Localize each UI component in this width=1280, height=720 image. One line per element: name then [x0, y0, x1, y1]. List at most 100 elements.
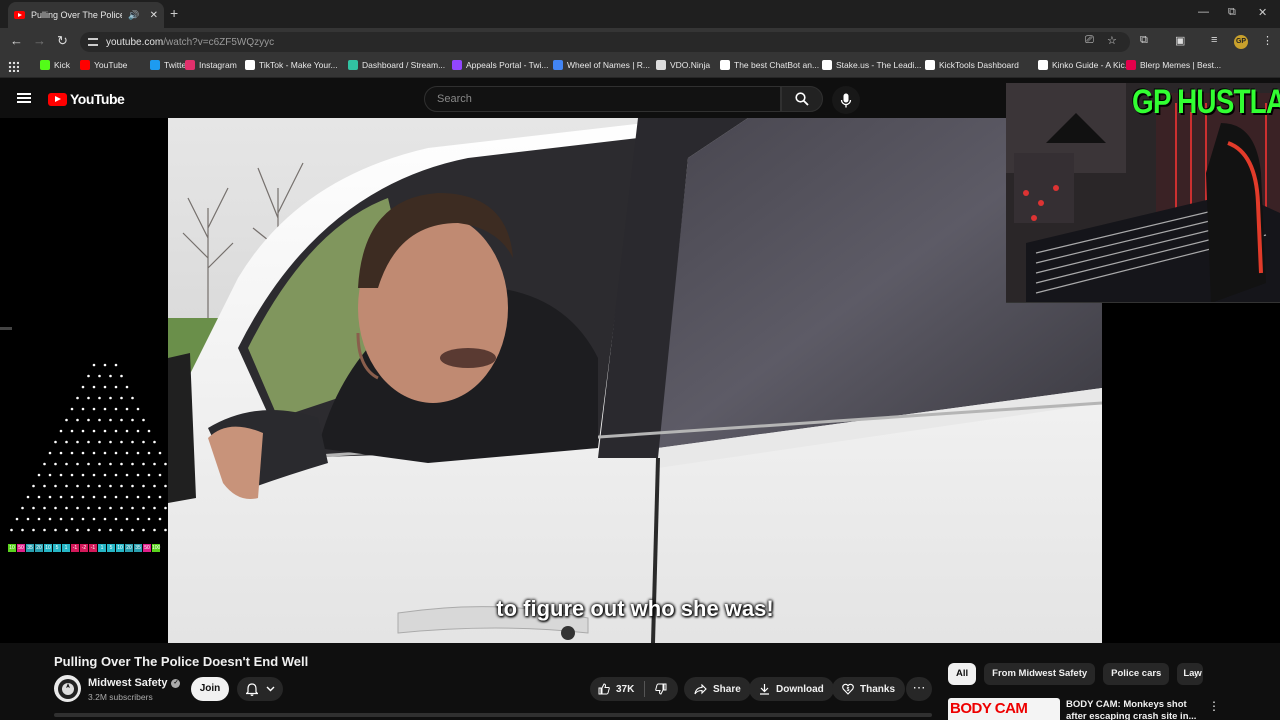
thumbs-up-icon[interactable] [598, 683, 610, 695]
recommended-thumbnail[interactable]: BODY CAM [948, 698, 1060, 720]
chip-all[interactable]: All [948, 663, 977, 685]
search-button[interactable] [781, 86, 823, 112]
stream-right-panel [1102, 303, 1280, 643]
back-arrow-icon[interactable]: ← [10, 33, 23, 48]
url-field[interactable]: youtube.com/watch?v=c6ZF5WQzyyc [80, 32, 1130, 52]
plinko-peg [37, 495, 41, 499]
bookmark-star-icon[interactable]: ☆ [1107, 34, 1117, 47]
share-label: Share [713, 683, 741, 695]
plinko-peg [153, 484, 156, 488]
new-tab-button[interactable]: + [170, 5, 178, 21]
reading-list-icon[interactable]: ▣ [1175, 34, 1185, 47]
plinko-peg [109, 418, 112, 422]
bookmark-kinko[interactable]: Kinko Guide - A Kic... [1038, 60, 1132, 70]
plinko-peg [92, 451, 96, 455]
bookmark-chatbot[interactable]: The best ChatBot an... [720, 60, 819, 70]
profile-avatar[interactable]: GP [1234, 35, 1248, 49]
minimize-button[interactable]: — [1198, 6, 1209, 18]
subscription-bell-button[interactable] [237, 677, 283, 701]
hamburger-menu-icon[interactable] [17, 93, 31, 103]
bookmark-wheel[interactable]: Wheel of Names | R... [553, 60, 650, 70]
plinko-peg [98, 374, 101, 378]
like-count[interactable]: 37K [616, 684, 634, 695]
bookmark-ninja[interactable]: VDO.Ninja [656, 60, 710, 70]
recommended-video-title[interactable]: BODY CAM: Monkeys shot after escaping cr… [1066, 699, 1206, 720]
bookmark-blerp[interactable]: Blerp Memes | Best... [1126, 60, 1221, 70]
search-input[interactable]: Search [424, 86, 781, 112]
plinko-peg [98, 506, 101, 510]
apps-grid-icon[interactable] [8, 61, 19, 72]
browser-menu-icon[interactable]: ⋮ [1262, 34, 1273, 47]
svg-text:$: $ [847, 687, 850, 693]
kicktools-icon [925, 60, 935, 70]
blerp-icon [1126, 60, 1136, 70]
plinko-peg [54, 528, 57, 532]
bookmark-twitter[interactable]: Twitter [150, 60, 189, 70]
chip-law[interactable]: Law [1177, 663, 1204, 685]
forward-arrow-icon[interactable]: → [33, 33, 46, 48]
plinko-peg [109, 462, 112, 466]
chip-police-cars[interactable]: Police cars [1103, 663, 1170, 685]
youtube-logo[interactable]: YouTube [48, 91, 125, 107]
video-frame-image [168, 118, 1102, 643]
bookmark-label: KickTools Dashboard [939, 60, 1019, 70]
bookmark-stake[interactable]: Stake.us - The Leadi... [822, 60, 921, 70]
window-close-button[interactable]: ✕ [1258, 6, 1267, 19]
bookmark-kicktools[interactable]: KickTools Dashboard [925, 60, 1019, 70]
plinko-peg [142, 484, 145, 488]
reload-icon[interactable]: ↻ [57, 33, 68, 49]
plinko-peg [92, 363, 96, 367]
bookmark-youtube[interactable]: YouTube [80, 60, 127, 70]
plinko-peg [70, 429, 74, 433]
join-button[interactable]: Join [191, 677, 229, 701]
plinko-peg [103, 385, 107, 389]
bookmark-label: Stake.us - The Leadi... [836, 60, 922, 70]
plinko-peg [103, 429, 107, 433]
plinko-peg [120, 440, 123, 444]
plinko-peg [153, 506, 156, 510]
browser-tab-bar: Pulling Over The Police Doe 🔊 ✕ + — ⧉ ✕ [0, 0, 1280, 28]
plinko-peg [87, 374, 90, 378]
chevron-down-icon [266, 686, 274, 692]
tab-close-icon[interactable]: ✕ [150, 10, 158, 21]
chevron-right-icon[interactable]: › [1194, 668, 1198, 682]
more-actions-button[interactable]: ⋯ [906, 677, 932, 701]
extensions-icon[interactable]: ⧉ [1140, 34, 1148, 47]
plinko-peg [114, 473, 118, 477]
bookmark-instagram[interactable]: Instagram [185, 60, 237, 70]
chip-from-midwest-safety[interactable]: From Midwest Safety [984, 663, 1096, 685]
plinko-peg [109, 528, 112, 532]
multiplier-slot: 50 [143, 544, 151, 552]
browser-tab-active[interactable]: Pulling Over The Police Doe 🔊 ✕ [8, 2, 164, 28]
plinko-peg [109, 374, 112, 378]
plinko-peg [125, 473, 129, 477]
thumbs-down-icon[interactable] [655, 683, 667, 695]
site-info-icon[interactable] [88, 38, 98, 46]
plinko-peg [43, 528, 46, 532]
multiplier-slot: 10 [44, 544, 52, 552]
speaker-icon[interactable]: 🔊 [128, 10, 139, 21]
bookmark-kick[interactable]: Kick [40, 60, 70, 70]
thanks-button[interactable]: $ Thanks [832, 677, 906, 701]
plinko-peg [32, 484, 35, 488]
download-icon [760, 684, 769, 695]
voice-search-button[interactable] [832, 86, 860, 114]
media-controls-icon[interactable]: ≡ [1211, 34, 1217, 46]
bookmark-twitch[interactable]: Appeals Portal - Twi... [452, 60, 549, 70]
share-button[interactable]: Share [684, 677, 751, 701]
download-button[interactable]: Download [749, 677, 834, 701]
recommended-menu-icon[interactable]: ⋮ [1208, 699, 1220, 713]
plinko-peg [59, 517, 63, 521]
bookmark-streamlabs[interactable]: Dashboard / Stream... [348, 60, 445, 70]
bookmark-tiktok[interactable]: TikTok - Make Your... [245, 60, 338, 70]
cast-icon[interactable]: ⎚ [1085, 34, 1094, 47]
plinko-peg [125, 517, 129, 521]
plinko-peg [65, 484, 68, 488]
video-player[interactable]: to figure out who she was! [168, 118, 1102, 643]
channel-avatar[interactable] [54, 675, 81, 702]
webcam-overlay: GP HUSTLA [1006, 83, 1280, 303]
restore-button[interactable]: ⧉ [1228, 6, 1236, 19]
plinko-peg [120, 462, 123, 466]
channel-name[interactable]: Midwest Safety [88, 677, 167, 689]
plinko-peg [158, 473, 162, 477]
